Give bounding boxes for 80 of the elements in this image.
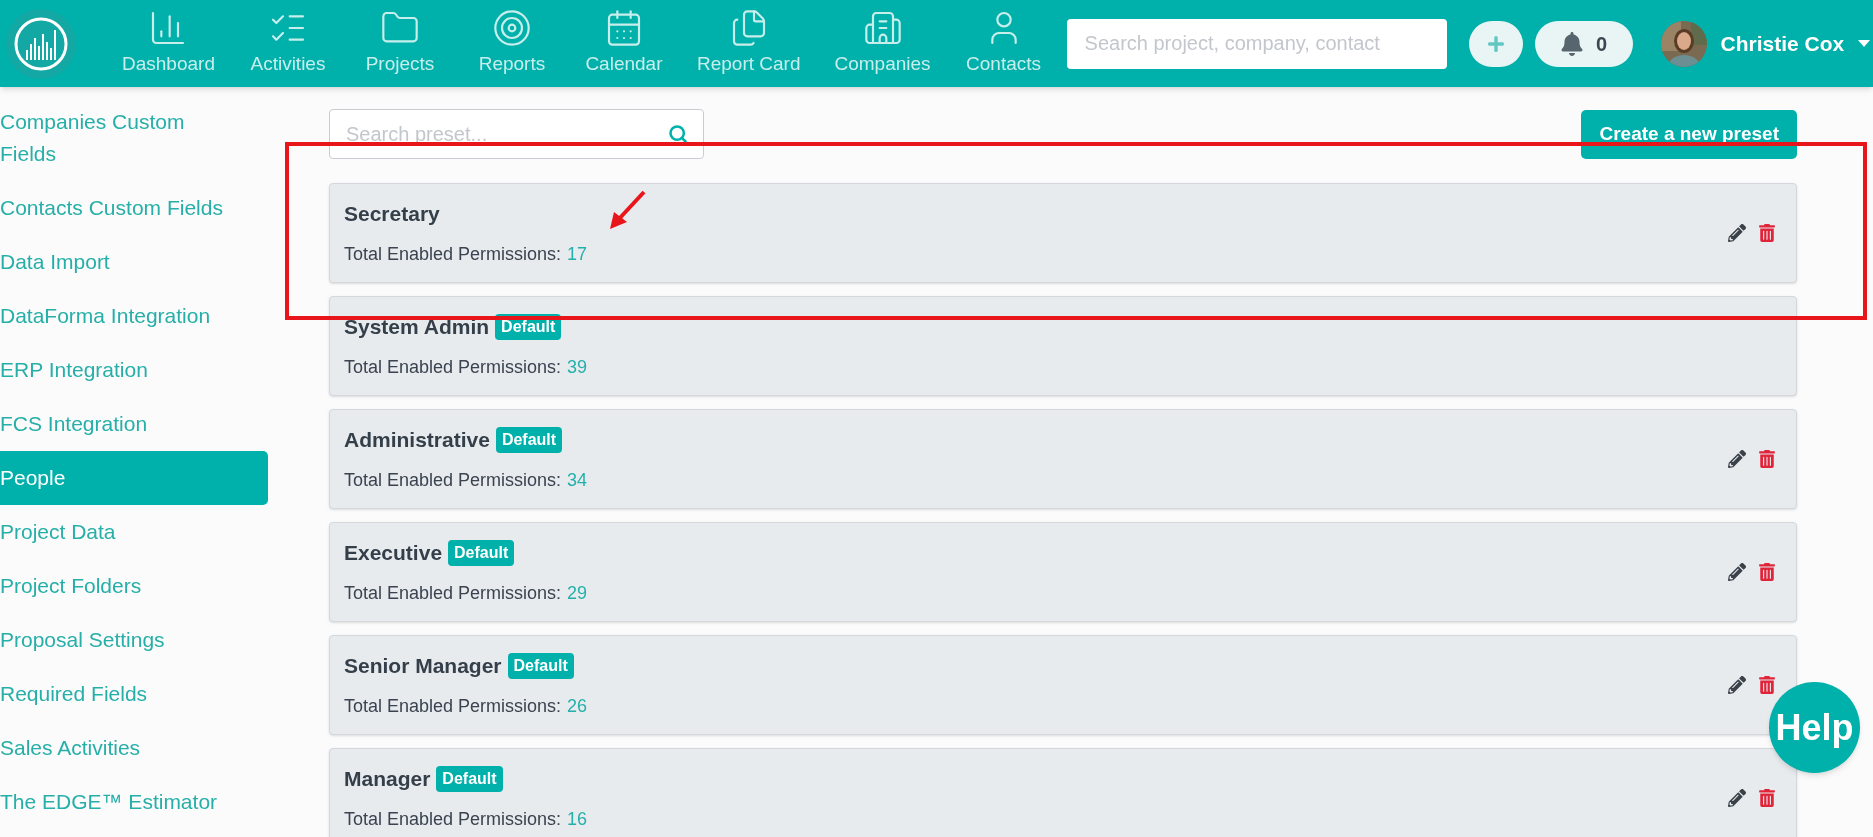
- preset-card[interactable]: Administrative Default Total Enabled Permissions: 34: [329, 409, 1797, 509]
- target-icon: [491, 8, 532, 49]
- delete-button[interactable]: [1758, 563, 1776, 581]
- trash-icon: [1758, 563, 1776, 581]
- pencil-icon: [1728, 789, 1746, 807]
- caret-icon: [1858, 40, 1871, 47]
- notifications-button[interactable]: 0: [1534, 20, 1633, 67]
- preset-name: Senior Manager: [344, 652, 502, 679]
- default-badge: Default: [507, 652, 574, 679]
- sidebar-item[interactable]: Proposal Settings: [0, 613, 268, 667]
- nav-item[interactable]: Reports: [466, 8, 557, 79]
- edit-button[interactable]: [1728, 224, 1746, 242]
- pencil-icon: [1728, 224, 1746, 242]
- sidebar-item[interactable]: Project Folders: [0, 559, 268, 613]
- nav-item[interactable]: Companies: [828, 8, 937, 79]
- sidebar-item[interactable]: FCS Integration: [0, 397, 268, 451]
- pencil-icon: [1728, 563, 1746, 581]
- nav-item[interactable]: Report Card: [690, 8, 807, 79]
- user-menu[interactable]: Christie Cox: [1720, 27, 1871, 60]
- sidebar-item[interactable]: DataForma Integration: [0, 289, 268, 343]
- sidebar-item[interactable]: Required Fields: [0, 667, 268, 721]
- edit-button[interactable]: [1728, 563, 1746, 581]
- permissions-count: 16: [567, 808, 588, 832]
- delete-button[interactable]: [1758, 676, 1776, 694]
- preset-name: Administrative: [344, 426, 490, 453]
- add-button[interactable]: [1468, 20, 1523, 67]
- edit-button[interactable]: [1728, 789, 1746, 807]
- nav-item[interactable]: Projects: [354, 8, 445, 79]
- preset-card[interactable]: Executive Default Total Enabled Permissions: 29: [329, 522, 1797, 622]
- bell-icon: [1560, 31, 1584, 56]
- preset-name: Secretary: [344, 200, 440, 227]
- nav-item[interactable]: Activities: [242, 8, 333, 79]
- delete-button[interactable]: [1758, 224, 1776, 242]
- sidebar-item[interactable]: People: [0, 451, 268, 505]
- permissions-label: Total Enabled Permissions:: [344, 469, 562, 493]
- trash-icon: [1758, 224, 1776, 242]
- nav-item[interactable]: Calendar: [578, 8, 669, 79]
- create-preset-button[interactable]: Create a new preset: [1581, 109, 1797, 159]
- edit-button[interactable]: [1728, 450, 1746, 468]
- search-icon: [668, 124, 688, 144]
- delete-button[interactable]: [1758, 450, 1776, 468]
- permissions-count: 17: [567, 243, 588, 267]
- permissions-count: 29: [567, 582, 588, 606]
- sidebar-item[interactable]: The EDGE™ Estimator: [0, 775, 268, 829]
- permissions-label: Total Enabled Permissions:: [344, 243, 562, 267]
- default-badge: Default: [495, 426, 563, 453]
- edit-button[interactable]: [1728, 676, 1746, 694]
- preset-name: Manager: [344, 765, 431, 792]
- delete-button[interactable]: [1758, 789, 1776, 807]
- pencil-icon: [1728, 676, 1746, 694]
- sidebar-item[interactable]: Sales Activities: [0, 721, 268, 775]
- sidebar-item[interactable]: Companies Custom Fields: [0, 95, 268, 181]
- search-field[interactable]: Search project, company, contact: [1066, 18, 1447, 69]
- preset-card[interactable]: System Admin Default Total Enabled Permissions: 39: [329, 296, 1797, 396]
- preset-search-field[interactable]: Search preset...: [329, 109, 704, 159]
- trash-icon: [1758, 450, 1776, 468]
- permissions-label: Total Enabled Permissions:: [344, 582, 562, 606]
- permissions-count: 34: [567, 469, 588, 493]
- permissions-label: Total Enabled Permissions:: [344, 356, 562, 380]
- nav-item[interactable]: Contacts: [958, 8, 1049, 79]
- nav-item[interactable]: Dashboard: [116, 8, 221, 79]
- sidebar-item[interactable]: ERP Integration: [0, 343, 268, 397]
- pencil-icon: [1728, 450, 1746, 468]
- permissions-count: 39: [567, 356, 588, 380]
- permissions-label: Total Enabled Permissions:: [344, 695, 562, 719]
- sidebar-item[interactable]: Contacts Custom Fields: [0, 181, 268, 235]
- permissions-label: Total Enabled Permissions:: [344, 808, 562, 832]
- default-badge: Default: [436, 765, 503, 792]
- plus-icon: [1486, 34, 1505, 53]
- help-button[interactable]: Help: [1769, 682, 1860, 773]
- preset-name: System Admin: [344, 313, 490, 340]
- sidebar-item[interactable]: Data Import: [0, 235, 268, 289]
- sidebar-item[interactable]: Project Data: [0, 505, 268, 559]
- trash-icon: [1758, 676, 1776, 694]
- permissions-count: 26: [567, 695, 588, 719]
- preset-card[interactable]: Secretary Total Enabled Permissions: 17: [329, 183, 1797, 283]
- preset-name: Executive: [344, 539, 443, 566]
- trash-icon: [1758, 789, 1776, 807]
- default-badge: Default: [448, 539, 515, 566]
- preset-card[interactable]: Manager Default Total Enabled Permissions: 16: [329, 748, 1797, 837]
